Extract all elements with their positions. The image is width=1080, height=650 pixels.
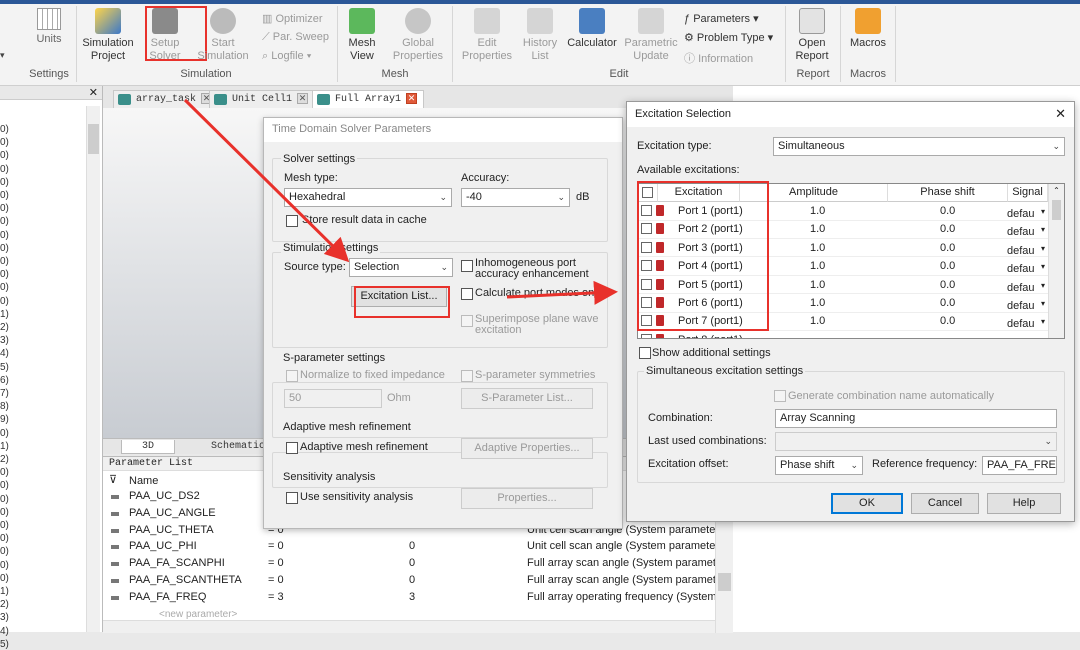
- amplitude-value[interactable]: 1.0: [810, 242, 825, 254]
- chevron-down-icon: ▾: [1040, 299, 1045, 308]
- excitation-offset-value: Phase shift: [780, 459, 835, 471]
- phase-value[interactable]: 0.0: [940, 279, 955, 291]
- combination-label: Combination:: [648, 412, 713, 424]
- phase-value[interactable]: 0.0: [940, 223, 955, 235]
- scroll-thumb[interactable]: [1052, 200, 1061, 220]
- amplitude-value[interactable]: 1.0: [810, 279, 825, 291]
- last-used-select[interactable]: ⌄: [775, 432, 1057, 451]
- signal-value: defau: [1007, 318, 1035, 331]
- excitation-type-select[interactable]: Simultaneous ⌄: [773, 137, 1065, 156]
- signal-value: defau: [1007, 226, 1035, 239]
- signal-select[interactable]: defau ▾: [1007, 334, 1047, 338]
- show-additional-label: Show additional settings: [652, 347, 771, 359]
- dialog-title: Excitation Selection: [627, 102, 1074, 127]
- excitation-selection-dialog: Excitation Selection ✕ Excitation type: …: [626, 101, 1075, 522]
- phase-value[interactable]: 0.0: [940, 242, 955, 254]
- amplitude-value[interactable]: 1.0: [810, 297, 825, 309]
- available-excitations-label: Available excitations:: [637, 164, 740, 176]
- signal-value: defau: [1007, 208, 1035, 220]
- ok-button[interactable]: OK: [831, 493, 903, 514]
- amplitude-value[interactable]: 1.0: [810, 223, 825, 235]
- chevron-down-icon: ▾: [1040, 280, 1045, 290]
- close-icon[interactable]: ✕: [1055, 106, 1066, 122]
- amplitude-value[interactable]: 1.0: [810, 205, 825, 217]
- chevron-down-icon: ⌄: [1052, 141, 1060, 151]
- show-additional-checkbox[interactable]: [639, 347, 651, 359]
- signal-value: defau: [1007, 263, 1035, 276]
- phase-value[interactable]: 0.0: [940, 297, 955, 309]
- chevron-down-icon: ⌄: [1044, 436, 1052, 446]
- excitation-checkbox[interactable]: [641, 333, 652, 338]
- scroll-up-icon[interactable]: ⌃: [1051, 186, 1062, 198]
- signal-column-header[interactable]: Signal: [1008, 184, 1048, 202]
- excitation-highlight: [637, 181, 769, 331]
- signal-value: defau: [1007, 281, 1035, 294]
- last-used-label: Last used combinations:: [648, 435, 767, 447]
- combination-input[interactable]: Array Scanning: [775, 409, 1057, 428]
- phase-value[interactable]: 0.0: [940, 260, 955, 272]
- phase-column-header[interactable]: Phase shift: [888, 184, 1008, 202]
- generate-name-label: Generate combination name automatically: [788, 390, 995, 402]
- chevron-down-icon: ▾: [1040, 207, 1045, 216]
- signal-value: defau: [1007, 337, 1035, 338]
- signal-value: defau: [1007, 244, 1035, 257]
- help-button[interactable]: Help: [987, 493, 1061, 514]
- tree-item[interactable]: 5): [0, 639, 9, 650]
- chevron-down-icon: ▾: [1040, 225, 1045, 235]
- generate-name-checkbox[interactable]: [774, 390, 786, 402]
- simultaneous-settings-label: Simultaneous excitation settings: [644, 365, 806, 377]
- reference-frequency-label: Reference frequency:: [872, 458, 978, 470]
- chevron-down-icon: ▾: [1040, 317, 1045, 327]
- arrow-to-excitation-selection: [506, 280, 618, 305]
- excitation-type-value: Simultaneous: [778, 140, 845, 152]
- amplitude-value[interactable]: 1.0: [810, 260, 825, 272]
- chevron-down-icon: ▾: [1040, 262, 1045, 272]
- phase-value[interactable]: 0.0: [940, 205, 955, 217]
- cancel-button[interactable]: Cancel: [911, 493, 979, 514]
- chevron-down-icon: ▾: [1040, 243, 1045, 253]
- excitation-offset-select[interactable]: Phase shift ⌄: [775, 456, 863, 475]
- chevron-down-icon: ⌄: [850, 460, 858, 470]
- arrow-to-excitation-list: [183, 98, 350, 263]
- signal-value: defau: [1007, 300, 1035, 312]
- chevron-down-icon: ▾: [1041, 336, 1045, 338]
- port-icon: [656, 333, 664, 338]
- excitation-offset-label: Excitation offset:: [648, 458, 729, 470]
- excitation-table-scrollbar[interactable]: ⌃: [1048, 184, 1064, 338]
- phase-value[interactable]: 0.0: [940, 315, 955, 327]
- reference-frequency-input[interactable]: PAA_FA_FREQ: [982, 456, 1057, 475]
- amplitude-value[interactable]: 1.0: [810, 315, 825, 327]
- excitation-name: Port 8 (port1): [678, 334, 743, 338]
- excitation-type-label: Excitation type:: [637, 140, 712, 152]
- list-item[interactable]: Port 8 (port1) defau ▾: [638, 331, 1048, 338]
